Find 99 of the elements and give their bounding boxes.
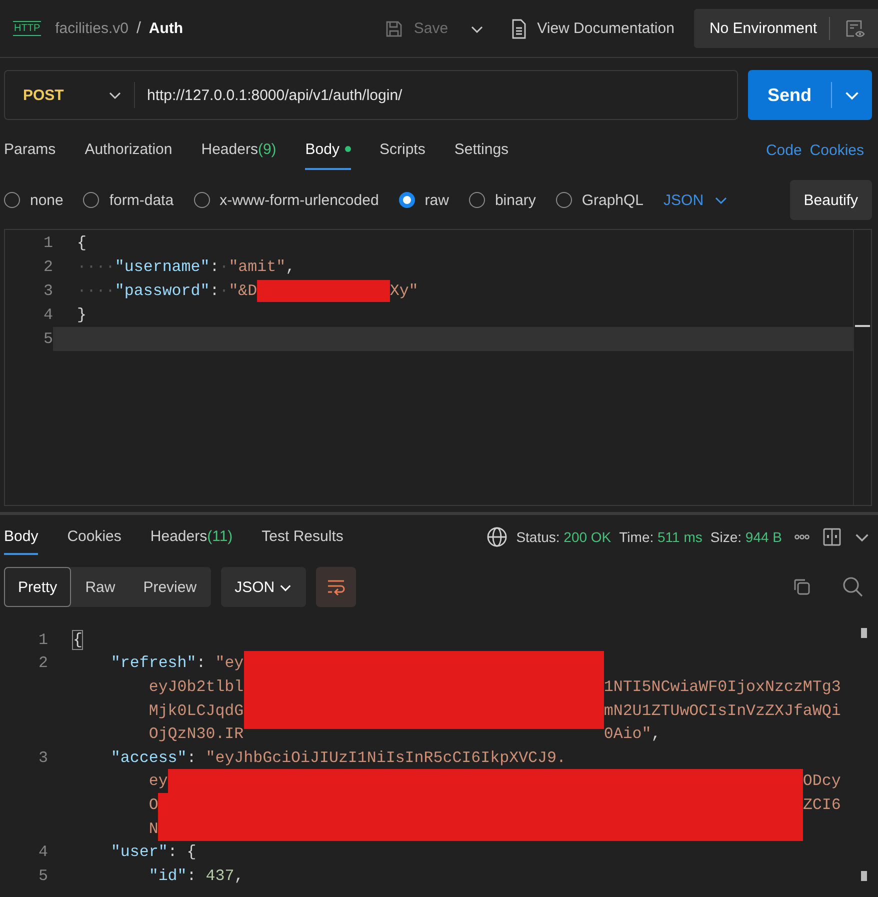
request-tab[interactable]: Body bbox=[305, 130, 350, 170]
line-number: 1 bbox=[38, 630, 48, 649]
json-punctuation: , bbox=[286, 258, 296, 276]
json-punctuation: : bbox=[186, 866, 198, 885]
json-string: O bbox=[148, 796, 158, 814]
request-body-editor[interactable]: 1 { 2 ····"username":·"amit", 3 ····"password":·"&D Xy" 4 } 5 bbox=[4, 229, 872, 506]
body-type-option[interactable]: binary bbox=[468, 192, 536, 208]
request-tab[interactable]: Authorization bbox=[84, 130, 172, 170]
whitespace-marker: · bbox=[219, 282, 229, 300]
json-string: "&D bbox=[228, 282, 258, 300]
word-wrap-button[interactable] bbox=[316, 567, 356, 607]
json-key: "refresh" bbox=[73, 654, 196, 672]
json-key: "username" bbox=[114, 258, 210, 276]
json-punctuation: : { bbox=[168, 843, 196, 862]
format-dropdown[interactable]: JSON bbox=[664, 192, 728, 208]
json-punctuation: { bbox=[77, 234, 86, 252]
response-tab[interactable]: Headers(11) bbox=[150, 519, 233, 555]
scrollbar-thumb[interactable] bbox=[861, 628, 867, 638]
layout-icon[interactable] bbox=[822, 527, 842, 547]
json-key: "id" bbox=[73, 866, 187, 885]
response-stat: Time: 511 ms bbox=[619, 529, 702, 545]
json-punctuation: , bbox=[651, 725, 661, 744]
line-number: 2 bbox=[38, 654, 48, 672]
whitespace-marker: ···· bbox=[77, 282, 115, 300]
json-punctuation: : bbox=[210, 282, 220, 300]
radio-button[interactable] bbox=[83, 192, 100, 208]
line-number: 1 bbox=[42, 234, 53, 252]
response-tab[interactable]: Body bbox=[4, 519, 38, 555]
line-number: 4 bbox=[42, 306, 53, 324]
json-punctuation: } bbox=[77, 306, 86, 324]
line-number: 5 bbox=[42, 330, 53, 348]
scrollbar-thumb[interactable] bbox=[861, 871, 867, 881]
line-number: 5 bbox=[38, 866, 48, 885]
json-string: 0Aio" bbox=[604, 725, 652, 744]
json-string: ODcy bbox=[802, 772, 841, 790]
json-key: "password" bbox=[114, 282, 210, 300]
whitespace-marker: ···· bbox=[77, 258, 115, 276]
request-tab[interactable]: Params bbox=[4, 130, 56, 170]
json-string: ZCI6 bbox=[802, 796, 841, 814]
body-type-option[interactable]: x-www-form-urlencoded bbox=[194, 192, 379, 208]
send-button[interactable]: Send bbox=[748, 82, 832, 108]
body-type-option[interactable]: raw bbox=[398, 192, 449, 208]
radio-button[interactable] bbox=[468, 192, 485, 208]
json-string: "ey bbox=[215, 654, 244, 672]
whitespace-marker: · bbox=[219, 258, 229, 276]
request-title: Auth bbox=[148, 20, 184, 37]
body-type-option[interactable]: none bbox=[4, 192, 64, 208]
response-tab[interactable]: Cookies bbox=[67, 519, 122, 555]
json-string: N bbox=[148, 820, 158, 838]
json-punctuation: : bbox=[210, 258, 220, 276]
response-stat: Size: 944 B bbox=[710, 529, 782, 545]
more-options-icon[interactable] bbox=[794, 534, 810, 540]
request-tab[interactable]: Settings bbox=[454, 130, 509, 170]
json-brace: { bbox=[73, 630, 82, 649]
json-string: Xy" bbox=[390, 282, 418, 300]
json-string: ey bbox=[148, 772, 168, 790]
json-punctuation: : bbox=[196, 654, 207, 672]
body-type-option[interactable]: form-data bbox=[83, 192, 174, 208]
globe-icon[interactable] bbox=[486, 526, 508, 548]
line-number: 3 bbox=[38, 748, 48, 767]
view-mode-button[interactable]: Pretty bbox=[4, 567, 72, 607]
line-number: 3 bbox=[42, 282, 53, 300]
radio-button[interactable] bbox=[194, 192, 210, 208]
view-mode-button[interactable]: Preview bbox=[129, 567, 211, 607]
response-stat: Status: 200 OK bbox=[516, 529, 612, 545]
request-tab[interactable]: Scripts bbox=[380, 130, 426, 170]
json-string: "amit" bbox=[228, 258, 286, 276]
json-number: 437 bbox=[206, 866, 234, 885]
json-string: eyJ0b2tlbl bbox=[148, 678, 244, 696]
radio-button[interactable] bbox=[4, 192, 20, 208]
search-icon[interactable] bbox=[842, 576, 864, 598]
copy-icon[interactable] bbox=[792, 577, 812, 597]
json-string: OjQzN30.IR bbox=[148, 725, 244, 744]
json-string: 1NTI5NCwiaWF0IjoxNzczMTg3 bbox=[604, 678, 841, 696]
scrollbar-thumb[interactable] bbox=[855, 325, 870, 327]
line-number: 4 bbox=[38, 843, 48, 862]
body-type-option[interactable]: GraphQL bbox=[556, 192, 644, 208]
view-documentation-button[interactable]: View Documentation bbox=[510, 18, 674, 38]
header-link[interactable]: Cookies bbox=[810, 142, 864, 158]
response-tab[interactable]: Test Results bbox=[262, 519, 344, 555]
document-icon bbox=[510, 18, 528, 38]
header-link[interactable]: Code bbox=[766, 142, 802, 158]
radio-button[interactable] bbox=[556, 192, 572, 208]
environment-quick-look-icon[interactable] bbox=[844, 18, 866, 40]
json-punctuation: : bbox=[186, 748, 198, 767]
response-format-dropdown[interactable]: JSON bbox=[220, 567, 306, 607]
view-mode-button[interactable]: Raw bbox=[71, 567, 130, 607]
json-string: Mjk0LCJqdG bbox=[148, 702, 244, 720]
json-key: "user" bbox=[73, 843, 168, 862]
line-number: 2 bbox=[42, 258, 53, 276]
beautify-button[interactable]: Beautify bbox=[790, 180, 872, 220]
radio-button[interactable] bbox=[398, 192, 415, 208]
collection-name[interactable]: facilities.v0 bbox=[55, 20, 128, 37]
json-string: mN2U1ZTUwOCIsInVzZXJfaWQi bbox=[604, 702, 841, 720]
json-punctuation: , bbox=[234, 866, 244, 885]
request-tab[interactable]: Headers(9) bbox=[201, 130, 276, 170]
json-string: "eyJhbGciOiJIUzI1NiIsInR5cCI6IkpXVCJ9. bbox=[206, 748, 566, 767]
breadcrumb-separator: / bbox=[136, 20, 141, 38]
json-key: "access" bbox=[73, 748, 187, 767]
